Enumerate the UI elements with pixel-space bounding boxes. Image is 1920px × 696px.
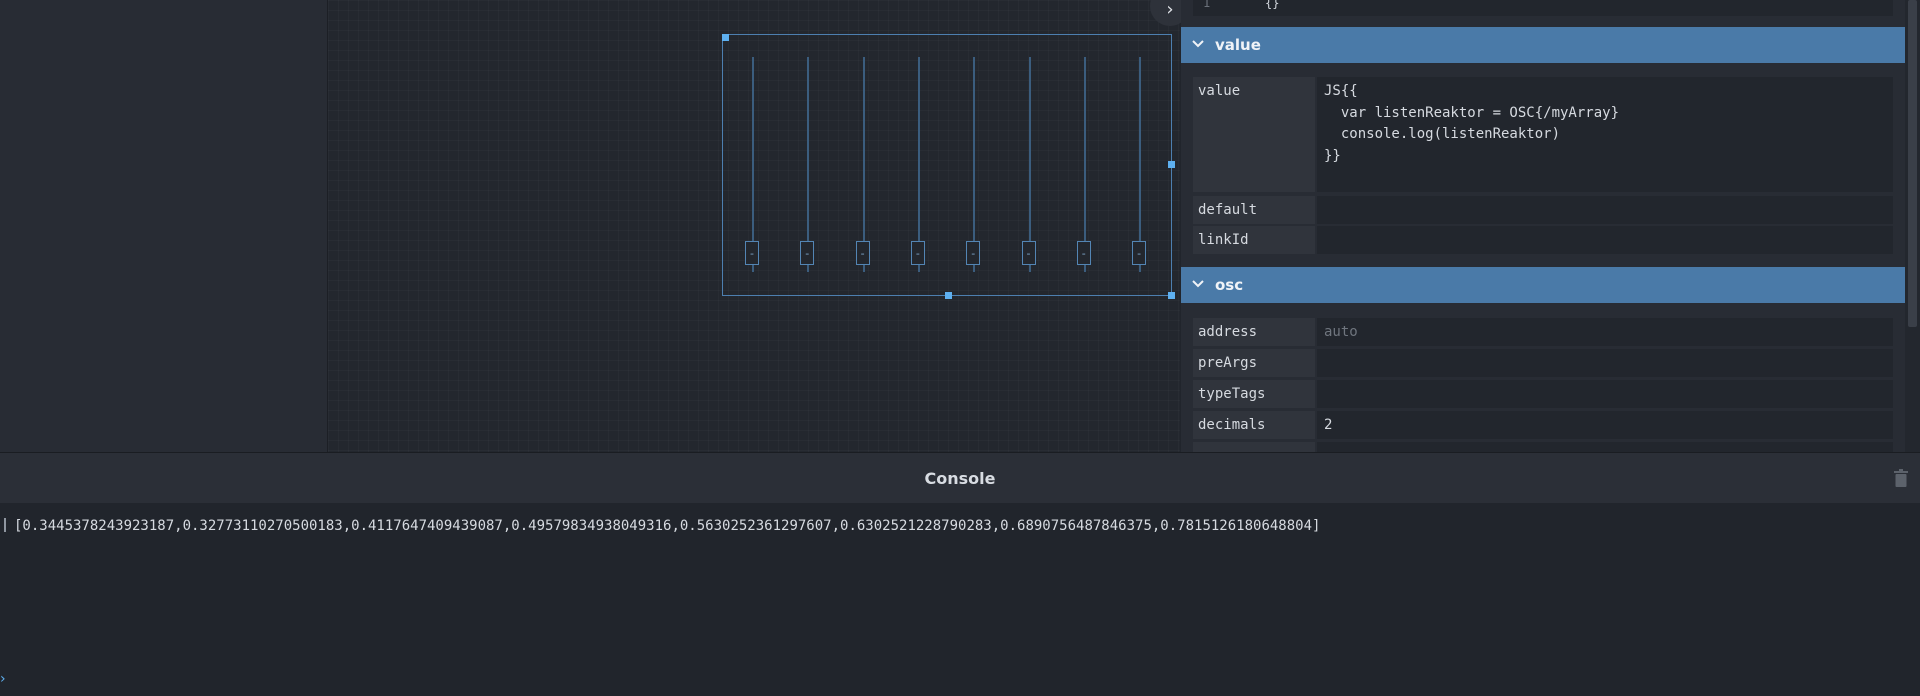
scrollbar-thumb[interactable] [1908, 0, 1917, 327]
prop-label: linkId [1193, 226, 1315, 254]
preargs-field[interactable] [1317, 349, 1893, 377]
prop-row-default: default [1193, 196, 1893, 224]
inspector-panel: 1 {} value value JS{{ var listenReaktor … [1181, 0, 1905, 452]
prop-label: value [1193, 77, 1315, 192]
resize-handle-right[interactable] [1168, 161, 1175, 168]
prop-row-preargs: preArgs [1193, 349, 1893, 377]
linkid-field[interactable] [1317, 226, 1893, 254]
section-title: osc [1215, 276, 1244, 294]
fader-track[interactable] [1083, 57, 1086, 272]
log-marker [4, 518, 6, 532]
chevron-down-icon [1191, 38, 1207, 53]
prop-field[interactable] [1317, 442, 1893, 452]
prop-row-typetags: typeTags [1193, 380, 1893, 408]
fader-5[interactable]: - [966, 57, 982, 291]
prop-label: address [1193, 318, 1315, 346]
fader-knob[interactable]: - [910, 241, 925, 265]
resize-handle-bottom[interactable] [945, 292, 952, 299]
line-number: 1 [1203, 0, 1211, 10]
fader-knob[interactable]: - [966, 241, 981, 265]
prop-label: decimals [1193, 411, 1315, 439]
chevron-right-icon: › [1166, 0, 1174, 20]
fader-track[interactable] [1028, 57, 1031, 272]
fader-track[interactable] [917, 57, 920, 272]
fader-knob[interactable]: - [1132, 241, 1147, 265]
typetags-field[interactable] [1317, 380, 1893, 408]
fader-track[interactable] [862, 57, 865, 272]
fader-knob[interactable]: - [800, 241, 815, 265]
prop-row-value: value JS{{ var listenReaktor = OSC{/myAr… [1193, 77, 1893, 192]
code-text: {} [1265, 0, 1280, 10]
default-field[interactable] [1317, 196, 1893, 224]
prop-row-partial [1193, 442, 1893, 452]
fader-knob[interactable]: - [855, 241, 870, 265]
resize-handle-bottom-right[interactable] [1168, 292, 1175, 299]
value-code-editor[interactable]: JS{{ var listenReaktor = OSC{/myArray} c… [1317, 77, 1893, 192]
fader-8[interactable]: - [1132, 57, 1148, 291]
fader-2[interactable]: - [800, 57, 816, 291]
decimals-field[interactable]: 2 [1317, 411, 1893, 439]
section-title: value [1215, 36, 1261, 54]
fader-knob[interactable]: - [745, 241, 759, 265]
fader-track[interactable] [807, 57, 810, 272]
fader-knob[interactable]: - [1076, 241, 1091, 265]
resize-handle-top-left[interactable] [722, 34, 729, 41]
prop-row-decimals: decimals 2 [1193, 411, 1893, 439]
console-title: Console [924, 468, 996, 488]
section-header-osc[interactable]: osc [1181, 267, 1905, 303]
fader-track[interactable] [1139, 57, 1142, 272]
prop-label: typeTags [1193, 380, 1315, 408]
app-root: - - - - - - - - › 1 {} value value JS{{ var lis… [0, 0, 1920, 696]
chevron-down-icon [1191, 278, 1207, 293]
prop-row-linkid: linkId [1193, 226, 1893, 254]
fader-7[interactable]: - [1076, 57, 1093, 291]
code-editor-line[interactable]: 1 {} [1193, 0, 1893, 16]
multifader-widget[interactable]: -------- [722, 34, 1175, 299]
address-field[interactable]: auto [1317, 318, 1893, 346]
console-log-entry: [0.3445378243923187,0.32773110270500183,… [4, 518, 1320, 534]
fader-4[interactable]: - [910, 57, 927, 291]
console-log-text: [0.3445378243923187,0.32773110270500183,… [14, 518, 1321, 534]
fader-1[interactable]: - [745, 57, 761, 291]
console-prompt[interactable]: › [0, 671, 6, 687]
chevron-right-icon: › [0, 671, 6, 687]
console-panel: Console [0.3445378243923187,0.3277311027… [0, 452, 1920, 696]
trash-icon[interactable] [1894, 469, 1908, 487]
fader-track[interactable] [752, 57, 754, 272]
fader-6[interactable]: - [1021, 57, 1038, 291]
prop-label [1193, 442, 1315, 452]
left-sidebar [0, 0, 328, 452]
prop-row-address: address auto [1193, 318, 1893, 346]
fader-track[interactable] [973, 57, 976, 272]
section-header-value[interactable]: value [1181, 27, 1905, 63]
fader-knob[interactable]: - [1021, 241, 1036, 265]
fader-3[interactable]: - [855, 57, 872, 291]
prop-label: preArgs [1193, 349, 1315, 377]
prop-label: default [1193, 196, 1315, 224]
inspector-scrollbar[interactable] [1905, 0, 1920, 452]
console-header: Console [0, 453, 1920, 503]
